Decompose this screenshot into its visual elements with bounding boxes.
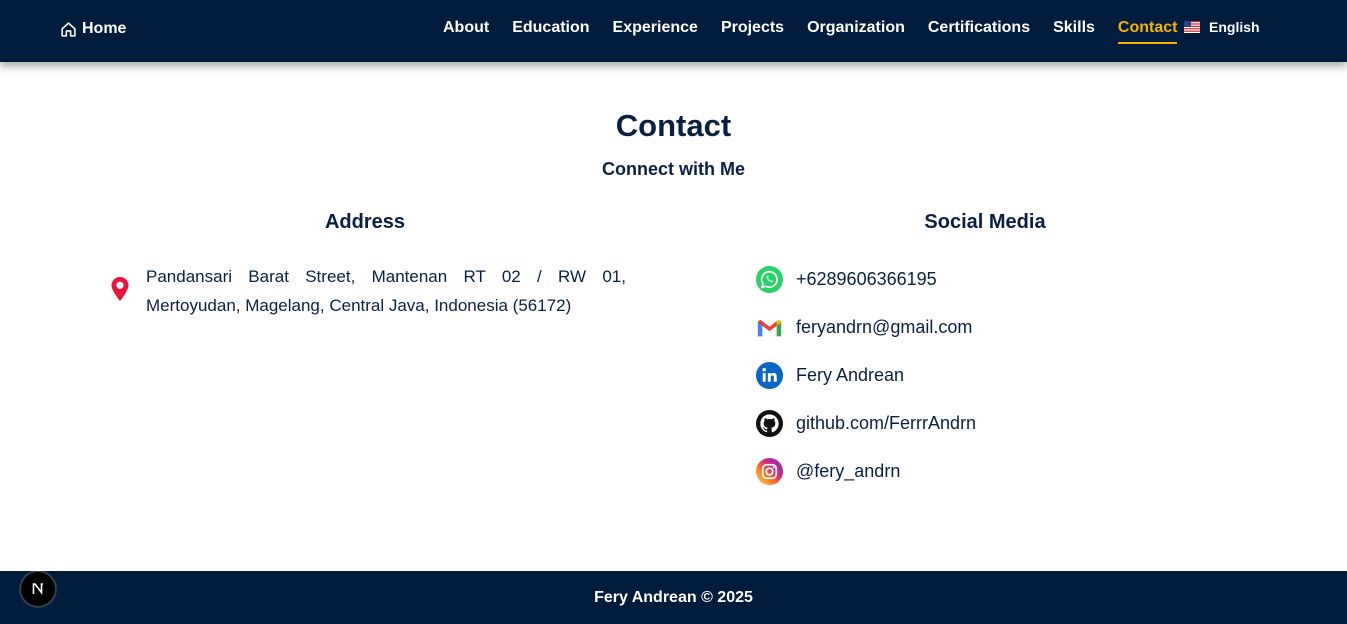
github-url: github.com/FerrrAndrn — [796, 412, 977, 433]
page-subtitle: Connect with Me — [602, 159, 745, 179]
nav-item-contact[interactable]: Contact — [1117, 18, 1178, 44]
gmail-icon — [757, 319, 782, 336]
social-item-linkedin[interactable]: Fery Andrean — [755, 360, 976, 390]
home-label: Home — [82, 20, 127, 37]
social-item-github[interactable]: github.com/FerrrAndrn — [755, 408, 976, 438]
address-block: Pandansari Barat Street, Mantenan RT 02 … — [110, 262, 630, 320]
whatsapp-icon — [755, 265, 784, 293]
address-heading: Address — [324, 211, 406, 233]
home-link[interactable]: Home — [60, 18, 126, 40]
nextjs-icon — [32, 583, 43, 595]
nav-item-education[interactable]: Education — [512, 18, 589, 42]
nav-item-about[interactable]: About — [443, 18, 489, 42]
nav-item-skills[interactable]: Skills — [1053, 18, 1095, 42]
whatsapp-number: +6289606366195 — [796, 268, 937, 289]
instagram-icon — [755, 457, 784, 485]
footer-text: Fery Andrean © 2025 — [594, 588, 753, 606]
page-title: Contact — [615, 108, 732, 143]
nav-item-organization[interactable]: Organization — [807, 18, 905, 42]
nav-menu: About Education Experience Projects Orga… — [443, 18, 1200, 44]
nextjs-dev-badge[interactable] — [20, 571, 56, 607]
social-item-email[interactable]: feryandrn@gmail.com — [755, 312, 976, 342]
map-pin-icon — [111, 277, 129, 301]
instagram-handle: @fery_andrn — [796, 460, 901, 481]
nav-item-experience[interactable]: Experience — [613, 18, 698, 42]
us-flag-icon — [1184, 21, 1200, 33]
footer: Fery Andrean © 2025 — [0, 571, 1347, 624]
github-icon — [755, 409, 784, 437]
nav-item-certifications[interactable]: Certifications — [928, 18, 1030, 42]
social-item-instagram[interactable]: @fery_andrn — [755, 456, 976, 486]
social-media-list: +6289606366195 feryandrn@gmail.com Fery … — [755, 264, 976, 504]
address-text: Pandansari Barat Street, Mantenan RT 02 … — [146, 267, 626, 315]
social-media-heading: Social Media — [924, 211, 1046, 233]
social-item-whatsapp[interactable]: +6289606366195 — [755, 264, 976, 294]
language-switcher[interactable]: English — [1184, 19, 1260, 35]
nav-item-projects[interactable]: Projects — [721, 18, 784, 42]
top-navbar: Home About Education Experience Projects… — [0, 0, 1347, 62]
home-icon — [61, 21, 76, 37]
linkedin-icon — [755, 361, 784, 389]
linkedin-name: Fery Andrean — [796, 364, 905, 385]
email-address: feryandrn@gmail.com — [796, 316, 973, 337]
language-label: English — [1209, 19, 1260, 35]
